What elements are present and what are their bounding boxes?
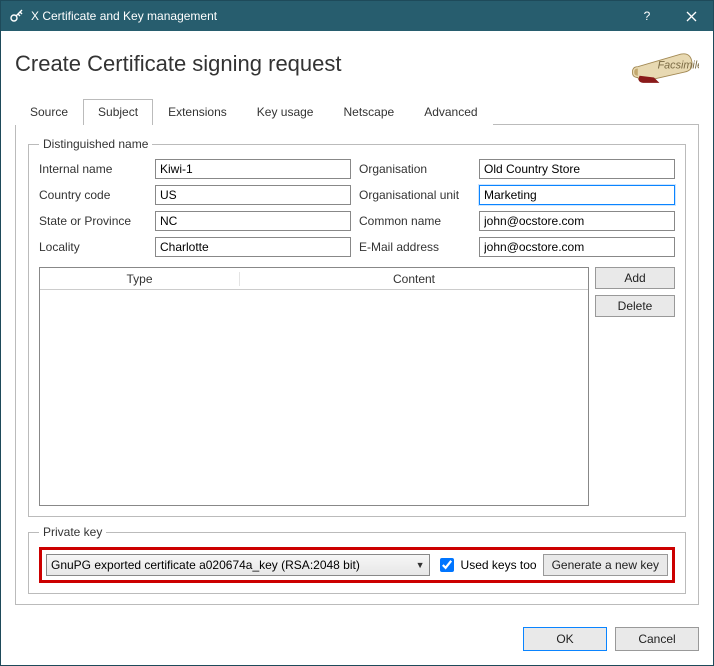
svg-text:Facsimile: Facsimile: [658, 60, 699, 72]
tab-keyusage[interactable]: Key usage: [242, 99, 329, 125]
dn-fieldset: Distinguished name Internal name Organis…: [28, 137, 686, 517]
country-input[interactable]: [155, 185, 351, 205]
internal-name-input[interactable]: [155, 159, 351, 179]
tab-netscape[interactable]: Netscape: [328, 99, 409, 125]
add-button[interactable]: Add: [595, 267, 675, 289]
locality-input[interactable]: [155, 237, 351, 257]
label-country: Country code: [39, 188, 147, 202]
pk-highlight: GnuPG exported certificate a020674a_key …: [39, 547, 675, 583]
tab-bar: Source Subject Extensions Key usage Nets…: [15, 98, 699, 125]
ou-input[interactable]: [479, 185, 675, 205]
label-ou: Organisational unit: [359, 188, 471, 202]
used-keys-label: Used keys too: [461, 558, 537, 572]
label-cn: Common name: [359, 214, 471, 228]
page-title: Create Certificate signing request: [15, 51, 627, 77]
col-type[interactable]: Type: [40, 272, 240, 286]
label-internal-name: Internal name: [39, 162, 147, 176]
state-input[interactable]: [155, 211, 351, 231]
used-keys-input[interactable]: [440, 558, 454, 572]
label-locality: Locality: [39, 240, 147, 254]
pk-legend: Private key: [39, 525, 106, 539]
close-button[interactable]: [669, 1, 713, 31]
tab-advanced[interactable]: Advanced: [409, 99, 492, 125]
window-title: X Certificate and Key management: [31, 9, 625, 23]
extra-dn-area: Type Content Add Delete: [39, 267, 675, 506]
label-email: E-Mail address: [359, 240, 471, 254]
chevron-down-icon: ▼: [416, 560, 425, 570]
titlebar: X Certificate and Key management ?: [1, 1, 713, 31]
label-organisation: Organisation: [359, 162, 471, 176]
generate-key-button[interactable]: Generate a new key: [543, 554, 668, 576]
tab-body: Distinguished name Internal name Organis…: [15, 125, 699, 605]
used-keys-checkbox[interactable]: Used keys too: [436, 555, 537, 575]
tab-subject[interactable]: Subject: [83, 99, 153, 125]
dialog-footer: OK Cancel: [1, 619, 713, 665]
scroll-logo: Facsimile: [627, 41, 699, 90]
delete-button[interactable]: Delete: [595, 295, 675, 317]
extra-dn-table[interactable]: Type Content: [39, 267, 589, 506]
content: Create Certificate signing request Facsi…: [1, 31, 713, 619]
cn-input[interactable]: [479, 211, 675, 231]
table-buttons: Add Delete: [595, 267, 675, 506]
private-key-selected: GnuPG exported certificate a020674a_key …: [51, 558, 416, 572]
ok-button[interactable]: OK: [523, 627, 607, 651]
cancel-button[interactable]: Cancel: [615, 627, 699, 651]
organisation-input[interactable]: [479, 159, 675, 179]
help-button[interactable]: ?: [625, 1, 669, 31]
label-state: State or Province: [39, 214, 147, 228]
col-content[interactable]: Content: [240, 272, 588, 286]
private-key-fieldset: Private key GnuPG exported certificate a…: [28, 525, 686, 594]
window: X Certificate and Key management ? Creat…: [0, 0, 714, 666]
tab-extensions[interactable]: Extensions: [153, 99, 242, 125]
header: Create Certificate signing request Facsi…: [15, 41, 699, 90]
private-key-combo[interactable]: GnuPG exported certificate a020674a_key …: [46, 554, 430, 576]
key-icon: [9, 7, 25, 26]
dn-grid: Internal name Organisation Country code …: [39, 159, 675, 257]
table-header: Type Content: [40, 268, 588, 290]
tab-source[interactable]: Source: [15, 99, 83, 125]
email-input[interactable]: [479, 237, 675, 257]
dn-legend: Distinguished name: [39, 137, 152, 151]
